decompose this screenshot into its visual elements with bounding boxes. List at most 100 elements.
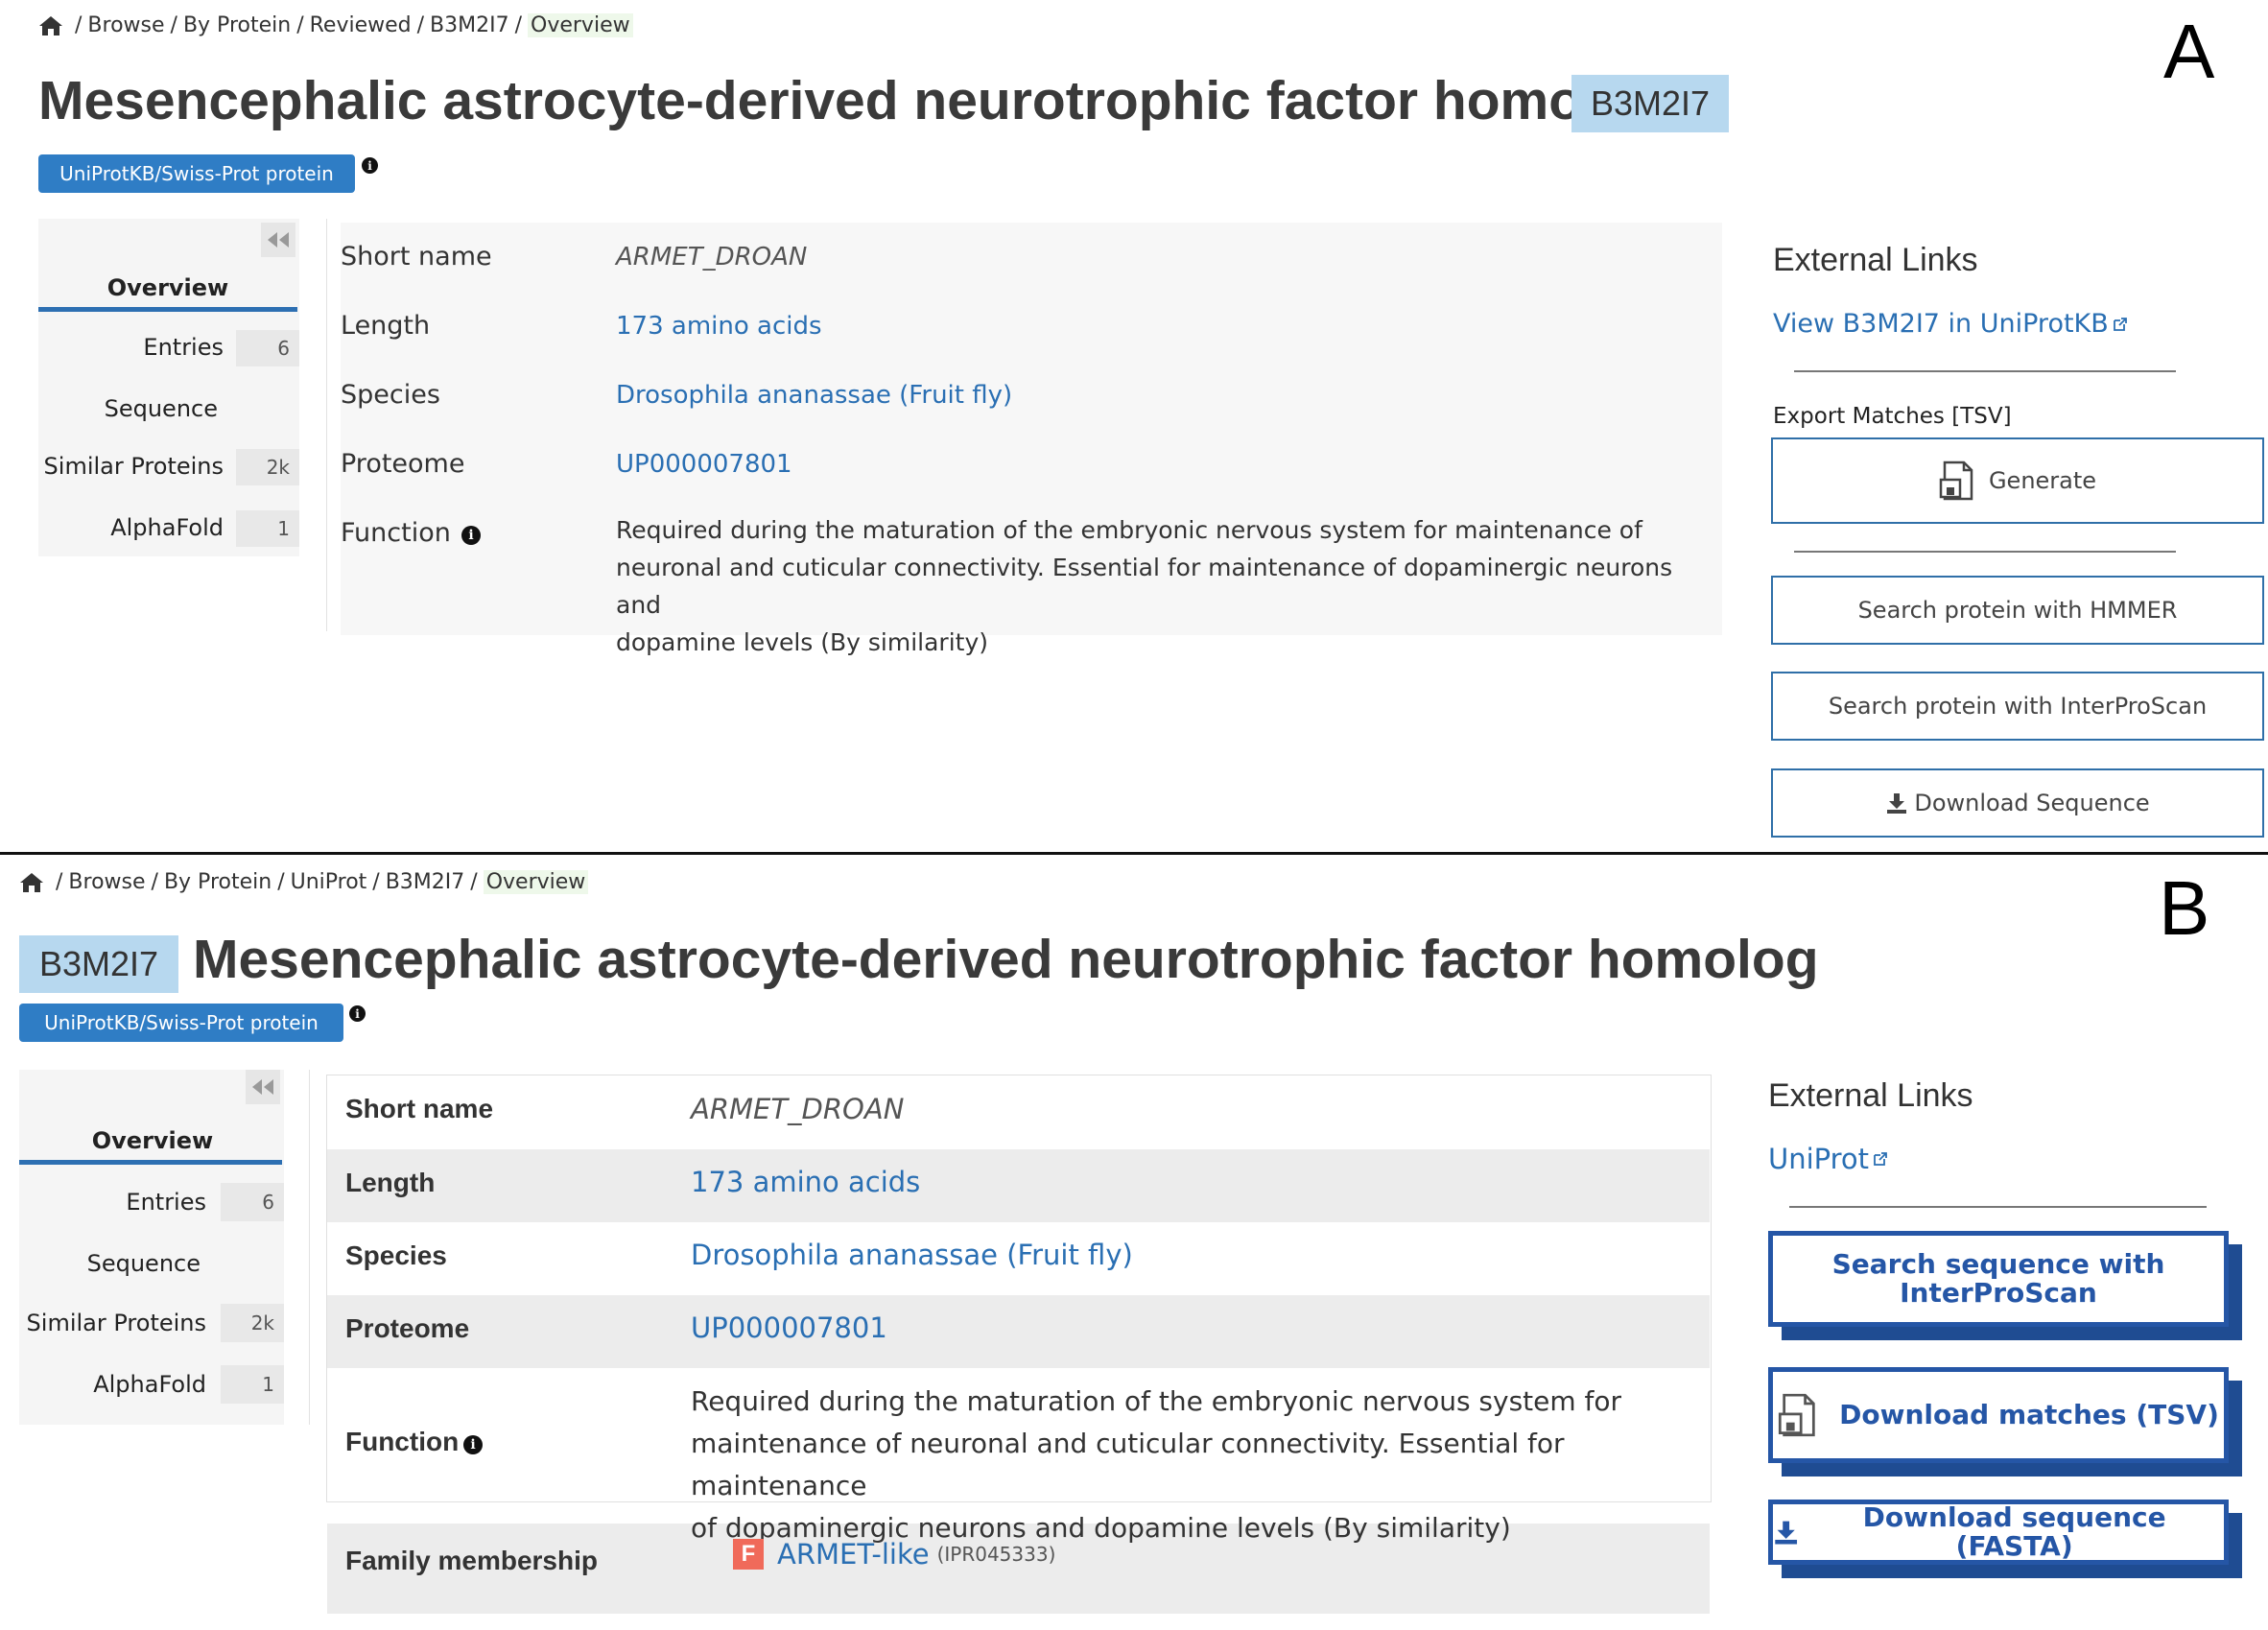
external-links-title: External Links [1773,242,1978,278]
database-badge[interactable]: UniProtKB/Swiss-Prot protein [38,154,355,193]
label-species: Species [345,1240,447,1270]
side-menu [38,219,299,556]
count-badge: 2k [221,1304,284,1342]
breadcrumb-browse[interactable]: Browse [68,870,145,894]
nav-overview[interactable]: Overview [38,274,297,301]
uniprotkb-link[interactable]: View B3M2I7 in UniProtKB [1773,309,2128,339]
family-entry[interactable]: F ARMET-like (IPR045333) [733,1538,1055,1571]
nav-item-entries[interactable]: Entries [38,334,224,361]
breadcrumb: / Browse / By Protein / UniProt / B3M2I7 /Ov… [19,870,589,894]
family-link[interactable]: ARMET-like [777,1538,930,1571]
uniprot-link[interactable]: UniProt [1768,1143,1888,1175]
download-icon [1887,793,1907,814]
nav-active-indicator [19,1160,282,1165]
accession-tag: B3M2I7 [1571,75,1729,132]
breadcrumb-accession[interactable]: B3M2I7 [430,13,509,37]
nav-item-entries[interactable]: Entries [19,1189,206,1216]
external-links-title: External Links [1768,1077,1973,1114]
menu-divider [326,219,327,631]
value-short-name: ARMET_DROAN [616,243,808,272]
count-badge: 1 [221,1365,284,1404]
page-title: Mesencephalic astrocyte-derived neurotro… [193,929,1819,990]
count-badge: 6 [221,1183,284,1221]
nav-item-alphafold[interactable]: AlphaFold [38,514,224,541]
external-link-icon [2113,317,2127,331]
divider [1789,1206,2207,1208]
nav-item-sequence[interactable]: Sequence [19,1250,201,1277]
value-short-name: ARMET_DROAN [691,1093,905,1125]
download-sequence-button[interactable]: Download sequence (FASTA) [1768,1500,2229,1565]
generate-button[interactable]: Generate [1771,437,2264,524]
label-species: Species [341,380,440,410]
file-save-icon [1939,461,1973,501]
table-row-stripe [327,1295,1710,1368]
count-badge: 6 [236,330,299,366]
double-chevron-left-icon [252,1079,273,1095]
breadcrumb-uniprot[interactable]: UniProt [291,870,367,894]
divider [1794,370,2176,372]
value-proteome-link[interactable]: UP000007801 [616,450,792,479]
count-badge: 2k [236,449,299,485]
nav-item-sequence[interactable]: Sequence [38,395,218,422]
download-matches-button[interactable]: Download matches (TSV) [1768,1367,2229,1463]
nav-active-indicator [38,307,297,312]
menu-divider [309,1070,310,1425]
hmmer-search-button[interactable]: Search protein with HMMER [1771,576,2264,645]
nav-item-similar-proteins[interactable]: Similar Proteins [38,453,224,480]
breadcrumb-by-protein[interactable]: By Protein [183,13,291,37]
family-accession: (IPR045333) [936,1543,1056,1566]
label-family-membership: Family membership [345,1546,598,1575]
table-row-stripe [327,1149,1710,1222]
value-species-link[interactable]: Drosophila ananassae (Fruit fly) [691,1239,1133,1271]
info-icon[interactable]: i [362,157,378,174]
label-length: Length [341,311,431,341]
collapse-menu-button[interactable] [246,1070,280,1104]
panel-b: B / Browse / By Protein / UniProt / B3M2I7 /… [0,857,2268,1630]
breadcrumb-by-protein[interactable]: By Protein [164,870,272,894]
breadcrumb-browse[interactable]: Browse [87,13,164,37]
count-badge: 1 [236,510,299,547]
label-short-name: Short name [341,242,492,272]
function-info-icon[interactable]: i [461,526,481,545]
value-species-link[interactable]: Drosophila ananassae (Fruit fly) [616,381,1012,410]
home-icon[interactable] [38,15,63,36]
breadcrumb: / Browse / By Protein / Reviewed / B3M2I7 /O… [38,13,633,37]
file-save-icon [1779,1393,1815,1437]
home-icon[interactable] [19,872,44,893]
label-function: Function [341,518,451,548]
double-chevron-left-icon [268,232,289,248]
collapse-menu-button[interactable] [261,223,295,257]
page-title: Mesencephalic astrocyte-derived neurotro… [38,70,1665,131]
divider [1794,551,2176,553]
info-icon[interactable]: i [349,1005,366,1022]
nav-item-alphafold[interactable]: AlphaFold [19,1371,206,1398]
label-proteome: Proteome [345,1313,470,1343]
interproscan-search-button[interactable]: Search protein with InterProScan [1771,672,2264,741]
accession-tag: B3M2I7 [19,935,178,993]
label-function: Function [345,1427,460,1456]
export-label: Export Matches [TSV] [1773,404,2012,429]
download-sequence-button[interactable]: Download Sequence [1771,768,2264,838]
panel-letter: A [2163,9,2215,94]
function-info-icon[interactable]: i [463,1435,483,1454]
breadcrumb-current: Overview [483,870,589,894]
external-link-icon [1874,1152,1887,1166]
family-icon: F [733,1539,764,1570]
value-function: Required during the maturation of the em… [616,516,1673,656]
nav-overview[interactable]: Overview [19,1127,286,1154]
breadcrumb-reviewed[interactable]: Reviewed [310,13,412,37]
value-length-link[interactable]: 173 amino acids [691,1166,920,1198]
label-short-name: Short name [345,1094,494,1123]
value-function: Required during the maturation of the em… [691,1385,1622,1544]
label-length: Length [345,1168,436,1197]
breadcrumb-current: Overview [528,13,633,37]
label-proteome: Proteome [341,449,465,479]
breadcrumb-accession[interactable]: B3M2I7 [386,870,465,894]
value-length-link[interactable]: 173 amino acids [616,312,822,341]
database-badge[interactable]: UniProtKB/Swiss-Prot protein [19,1004,343,1042]
value-proteome-link[interactable]: UP000007801 [691,1311,887,1344]
nav-item-similar-proteins[interactable]: Similar Proteins [19,1310,206,1336]
interproscan-search-button[interactable]: Search sequence with InterProScan [1768,1231,2229,1327]
panel-letter: B [2159,865,2210,951]
panel-a: A / Browse / By Protein / Reviewed / B3M2I7 … [0,0,2268,854]
